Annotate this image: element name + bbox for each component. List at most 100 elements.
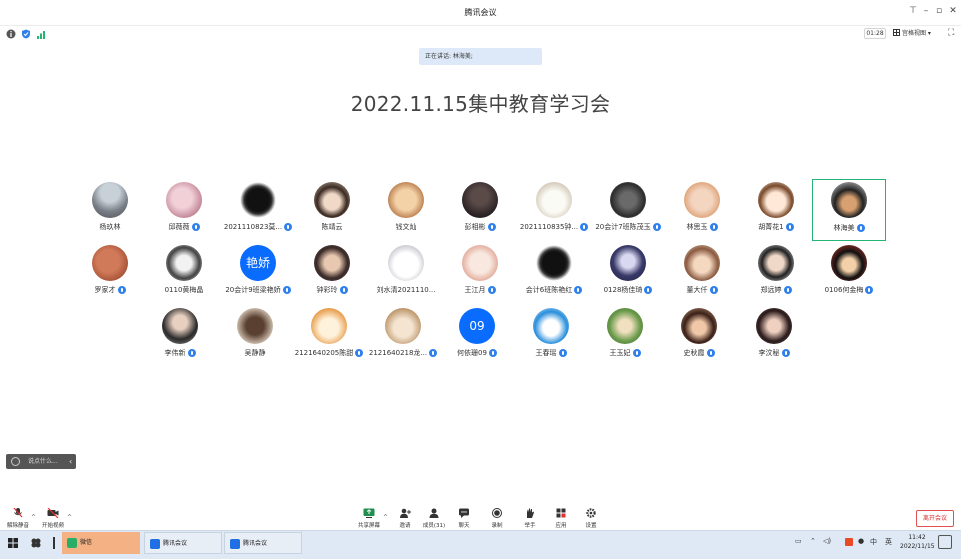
- info-icon[interactable]: [6, 29, 16, 39]
- participant-tile[interactable]: 王江月: [443, 242, 517, 304]
- share-screen-button[interactable]: 共享屏幕: [353, 508, 385, 530]
- mic-muted-icon: [13, 508, 23, 518]
- avatar: [462, 182, 498, 218]
- avatar: [607, 308, 643, 344]
- tencent-meeting-icon: [150, 539, 160, 549]
- ime-mode[interactable]: 英: [885, 537, 892, 547]
- participant-tile[interactable]: 艳娇 20会计9班梁艳娇: [221, 242, 295, 304]
- signal-icon[interactable]: [36, 29, 46, 39]
- tray-expand-icon[interactable]: ⌃: [810, 537, 816, 545]
- participant-tile[interactable]: 王春瑶: [514, 305, 588, 367]
- notification-icon[interactable]: [938, 535, 952, 549]
- participant-name: 2121640218龙...: [368, 349, 428, 357]
- participant-tile[interactable]: 李汶秘: [737, 305, 811, 367]
- collapse-icon[interactable]: ‹: [69, 454, 72, 469]
- wechat-icon: [67, 538, 77, 548]
- battery-icon[interactable]: ▭: [795, 537, 802, 545]
- apps-button[interactable]: 应用: [545, 508, 577, 530]
- taskbar-app-wechat[interactable]: 微信: [62, 532, 140, 554]
- participant-tile[interactable]: 林思玉: [665, 179, 739, 241]
- mic-icon: [783, 286, 792, 294]
- record-button[interactable]: 录制: [481, 508, 513, 530]
- participant-tile[interactable]: 钱文灿: [369, 179, 443, 241]
- volume-icon[interactable]: ◁): [823, 537, 831, 545]
- participant-name: 彭相彬: [464, 223, 486, 231]
- participant-tile[interactable]: 0110黄梅晶: [147, 242, 221, 304]
- raise-hand-label: 举手: [524, 523, 536, 529]
- participant-tile[interactable]: 彭相彬: [443, 179, 517, 241]
- gear-icon: [586, 508, 596, 518]
- participant-name: 郑远婷: [760, 286, 782, 294]
- participant-tile[interactable]: 邱薇薇: [147, 179, 221, 241]
- tray-red-icon[interactable]: ●: [858, 537, 864, 545]
- status-row: 01:28 宫格视图 ▾ ⛶: [0, 27, 961, 41]
- leave-meeting-button[interactable]: 离开会议: [916, 510, 954, 527]
- video-options-caret[interactable]: ^: [67, 514, 72, 521]
- participant-tile[interactable]: 0106何金梅: [812, 242, 886, 304]
- participant-tile[interactable]: 杨玖林: [73, 179, 147, 241]
- taskbar-app-meeting-2[interactable]: 腾讯会议: [224, 532, 302, 554]
- chat-button[interactable]: 聊天: [448, 508, 480, 530]
- fullscreen-icon[interactable]: ⛶: [948, 28, 954, 38]
- widgets-icon[interactable]: [30, 537, 42, 549]
- avatar: [533, 308, 569, 344]
- taskbar-app-meeting-1[interactable]: 腾讯会议: [144, 532, 222, 554]
- windows-start-icon[interactable]: [8, 538, 18, 548]
- unmute-button[interactable]: 解除静音: [2, 508, 34, 530]
- chat-label: 聊天: [458, 523, 470, 529]
- participant-tile[interactable]: 吴静静: [218, 305, 292, 367]
- audio-options-caret[interactable]: ^: [31, 514, 36, 521]
- members-button[interactable]: 成员(31): [418, 508, 450, 530]
- participant-tile[interactable]: 2121640205陈甜: [292, 305, 366, 367]
- participant-tile[interactable]: 胡菁花1: [739, 179, 813, 241]
- minimize-button[interactable]: –: [919, 6, 933, 16]
- close-button[interactable]: ✕: [946, 6, 960, 16]
- avatar: [92, 245, 128, 281]
- raise-hand-button[interactable]: 举手: [514, 508, 546, 530]
- participant-tile[interactable]: 钟彩玲: [295, 242, 369, 304]
- share-screen-label: 共享屏幕: [357, 523, 380, 529]
- clock[interactable]: 11:42 2022/11/15: [900, 533, 935, 551]
- participant-tile[interactable]: 会计6班陈艳红: [517, 242, 591, 304]
- start-video-button[interactable]: 开始视频: [37, 508, 69, 530]
- participant-tile[interactable]: 2021110823莫...: [221, 179, 295, 241]
- mic-icon: [191, 223, 200, 231]
- participant-tile[interactable]: 09 何依珊09: [440, 305, 514, 367]
- ime-indicator[interactable]: 中: [870, 537, 877, 547]
- participant-tile[interactable]: 2121640218龙...: [366, 305, 440, 367]
- app-tray-icon[interactable]: [845, 538, 853, 546]
- share-screen-icon: [363, 508, 375, 518]
- participant-tile[interactable]: 王玉妃: [588, 305, 662, 367]
- participant-tile[interactable]: 李伟新: [143, 305, 217, 367]
- avatar: [831, 245, 867, 281]
- avatar: [681, 308, 717, 344]
- invite-button[interactable]: 邀请: [389, 508, 421, 530]
- unmute-label: 解除静音: [6, 523, 29, 529]
- maximize-button[interactable]: ▫: [932, 6, 946, 16]
- pin-icon[interactable]: ⊤: [906, 6, 920, 16]
- emoji-icon[interactable]: [11, 457, 20, 466]
- participant-name: 陈靖云: [321, 223, 343, 231]
- participant-name: 钟彩玲: [316, 286, 338, 294]
- window-title: 腾讯会议: [464, 8, 497, 17]
- participant-tile[interactable]: 史秋霞: [662, 305, 736, 367]
- share-options-caret[interactable]: ^: [383, 514, 388, 521]
- participant-tile[interactable]: 陈靖云: [295, 179, 369, 241]
- settings-button[interactable]: 设置: [575, 508, 607, 530]
- tencent-meeting-icon: [230, 539, 240, 549]
- participant-tile[interactable]: 罗家才: [73, 242, 147, 304]
- view-switch-button[interactable]: 宫格视图 ▾: [893, 28, 941, 39]
- participant-tile[interactable]: 0128杨佳琦: [591, 242, 665, 304]
- participant-tile[interactable]: 刘水清2021110...: [369, 242, 443, 304]
- participant-tile[interactable]: 2021110835钟...: [517, 179, 591, 241]
- shield-icon[interactable]: [21, 29, 31, 39]
- grid-icon: [893, 29, 900, 36]
- participant-tile[interactable]: 林海美: [812, 179, 886, 241]
- chat-quick-input[interactable]: 说点什么... ‹: [6, 454, 76, 469]
- members-icon: [429, 508, 439, 518]
- participant-tile[interactable]: 董大仟: [665, 242, 739, 304]
- avatar: [240, 182, 276, 218]
- participant-tile[interactable]: 20会计7班陈茂玉: [591, 179, 665, 241]
- mic-icon: [856, 224, 865, 232]
- avatar: [758, 182, 794, 218]
